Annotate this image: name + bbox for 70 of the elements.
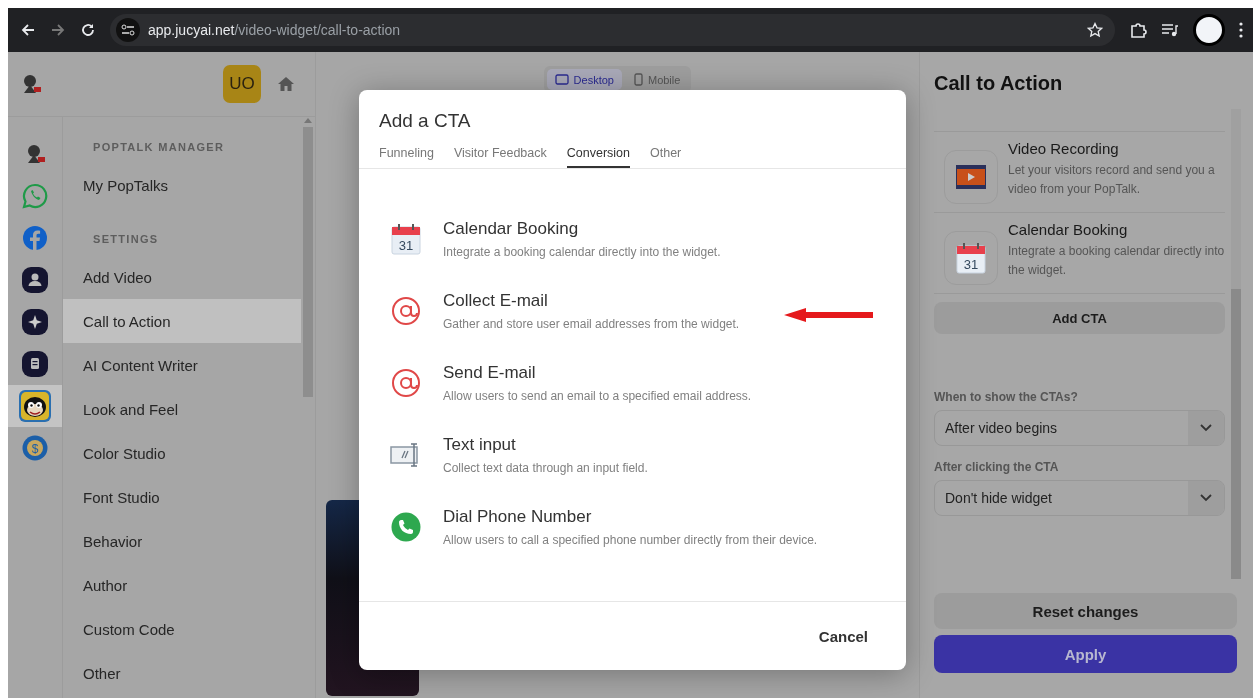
chevron-down-icon: [1200, 494, 1212, 502]
sparkle-icon[interactable]: [22, 309, 48, 335]
cta-title: Calendar Booking: [1008, 221, 1129, 238]
cancel-button[interactable]: Cancel: [812, 626, 874, 646]
person-icon[interactable]: [22, 267, 48, 293]
option-title[interactable]: Collect E-mail: [443, 291, 740, 311]
back-arrow-icon[interactable]: [20, 22, 36, 38]
reset-button[interactable]: Reset changes: [934, 593, 1237, 629]
address-bar[interactable]: app.jucyai.net/video-widget/call-to-action: [110, 14, 1115, 46]
option-description: Gather and store user email addresses from the widget.: [443, 317, 740, 331]
dropdown[interactable]: After video begins: [934, 410, 1225, 446]
phone-outline-icon: [633, 73, 643, 86]
home-icon[interactable]: [277, 76, 295, 92]
panel-title: Call to Action: [934, 72, 1064, 95]
sidebar-item[interactable]: Color Studio: [63, 431, 301, 475]
at-sign-icon: [390, 367, 422, 399]
dialog-title: Add a CTA: [378, 109, 472, 132]
sidebar-item[interactable]: Author: [63, 563, 301, 607]
forward-arrow-icon[interactable]: [50, 22, 66, 38]
dropdown[interactable]: Don't hide widget: [934, 480, 1225, 516]
section-heading: SETTINGS: [92, 232, 160, 247]
field-label: When to show the CTAs?: [934, 390, 1079, 404]
option-description: Integrate a booking calendar directly into the widget.: [443, 245, 721, 259]
apply-button[interactable]: Apply: [934, 635, 1237, 673]
sidebar-item[interactable]: Add Video: [63, 255, 301, 299]
cta-description: Integrate a booking calendar directly into the widget.: [1008, 243, 1225, 279]
puzzle-piece-icon[interactable]: [1129, 21, 1147, 39]
sidebar-item[interactable]: Call to Action: [63, 299, 301, 343]
tab[interactable]: Other: [650, 146, 682, 168]
calendar-icon: 31: [391, 223, 421, 255]
view-tab[interactable]: Desktop: [546, 69, 622, 90]
option-title[interactable]: Send E-mail: [443, 363, 752, 383]
sidebar-item[interactable]: AI Content Writer: [63, 343, 301, 387]
sidebar-item[interactable]: Custom Code: [63, 607, 301, 651]
chevron-down-icon: [1200, 424, 1212, 432]
phone-icon: [391, 512, 421, 542]
option-title[interactable]: Calendar Booking: [443, 219, 721, 239]
option-description: Allow users to send an email to a specified email address.: [443, 389, 752, 403]
cta-description: Let your visitors record and send you a video from your PopTalk.: [1008, 162, 1216, 198]
document-icon[interactable]: [22, 351, 48, 377]
media-queue-icon[interactable]: [1161, 22, 1179, 38]
more-menu-icon[interactable]: [1239, 22, 1243, 38]
cta-title: Video Recording: [1008, 140, 1120, 157]
add-cta-button[interactable]: Add CTA: [934, 302, 1225, 334]
calendar-icon: 31: [956, 242, 986, 274]
site-settings-icon[interactable]: [121, 24, 135, 36]
film-play-icon: [956, 163, 986, 191]
option-description: Allow users to call a specified phone number directly from their device.: [443, 533, 818, 547]
option-description: Collect text data through an input field.: [443, 461, 648, 475]
sidebar-item[interactable]: Behavior: [63, 519, 301, 563]
star-icon[interactable]: [1087, 22, 1103, 38]
tab[interactable]: Visitor Feedback: [453, 146, 547, 168]
scrollbar[interactable]: [1231, 109, 1241, 579]
option-title[interactable]: Text input: [443, 435, 648, 455]
user-avatar[interactable]: UO: [223, 65, 261, 103]
monitor-icon: [554, 74, 569, 85]
sidebar-item[interactable]: Other: [63, 651, 301, 695]
field-label: After clicking the CTA: [934, 460, 1060, 474]
cartoon-cat-icon[interactable]: [19, 390, 51, 422]
sidebar-item[interactable]: Look and Feel: [63, 387, 301, 431]
section-heading: POPTALK MANAGER: [92, 140, 226, 155]
at-sign-icon: [390, 295, 422, 327]
rail-tab[interactable]: [8, 385, 62, 427]
sidebar-item[interactable]: My PopTalks: [63, 163, 301, 207]
reload-icon[interactable]: [80, 22, 96, 38]
sidebar-item[interactable]: Font Studio: [63, 475, 301, 519]
profile-avatar[interactable]: [1193, 14, 1225, 46]
tab[interactable]: Funneling: [379, 146, 434, 168]
option-title[interactable]: Dial Phone Number: [443, 507, 818, 527]
tab[interactable]: Conversion: [566, 146, 630, 168]
